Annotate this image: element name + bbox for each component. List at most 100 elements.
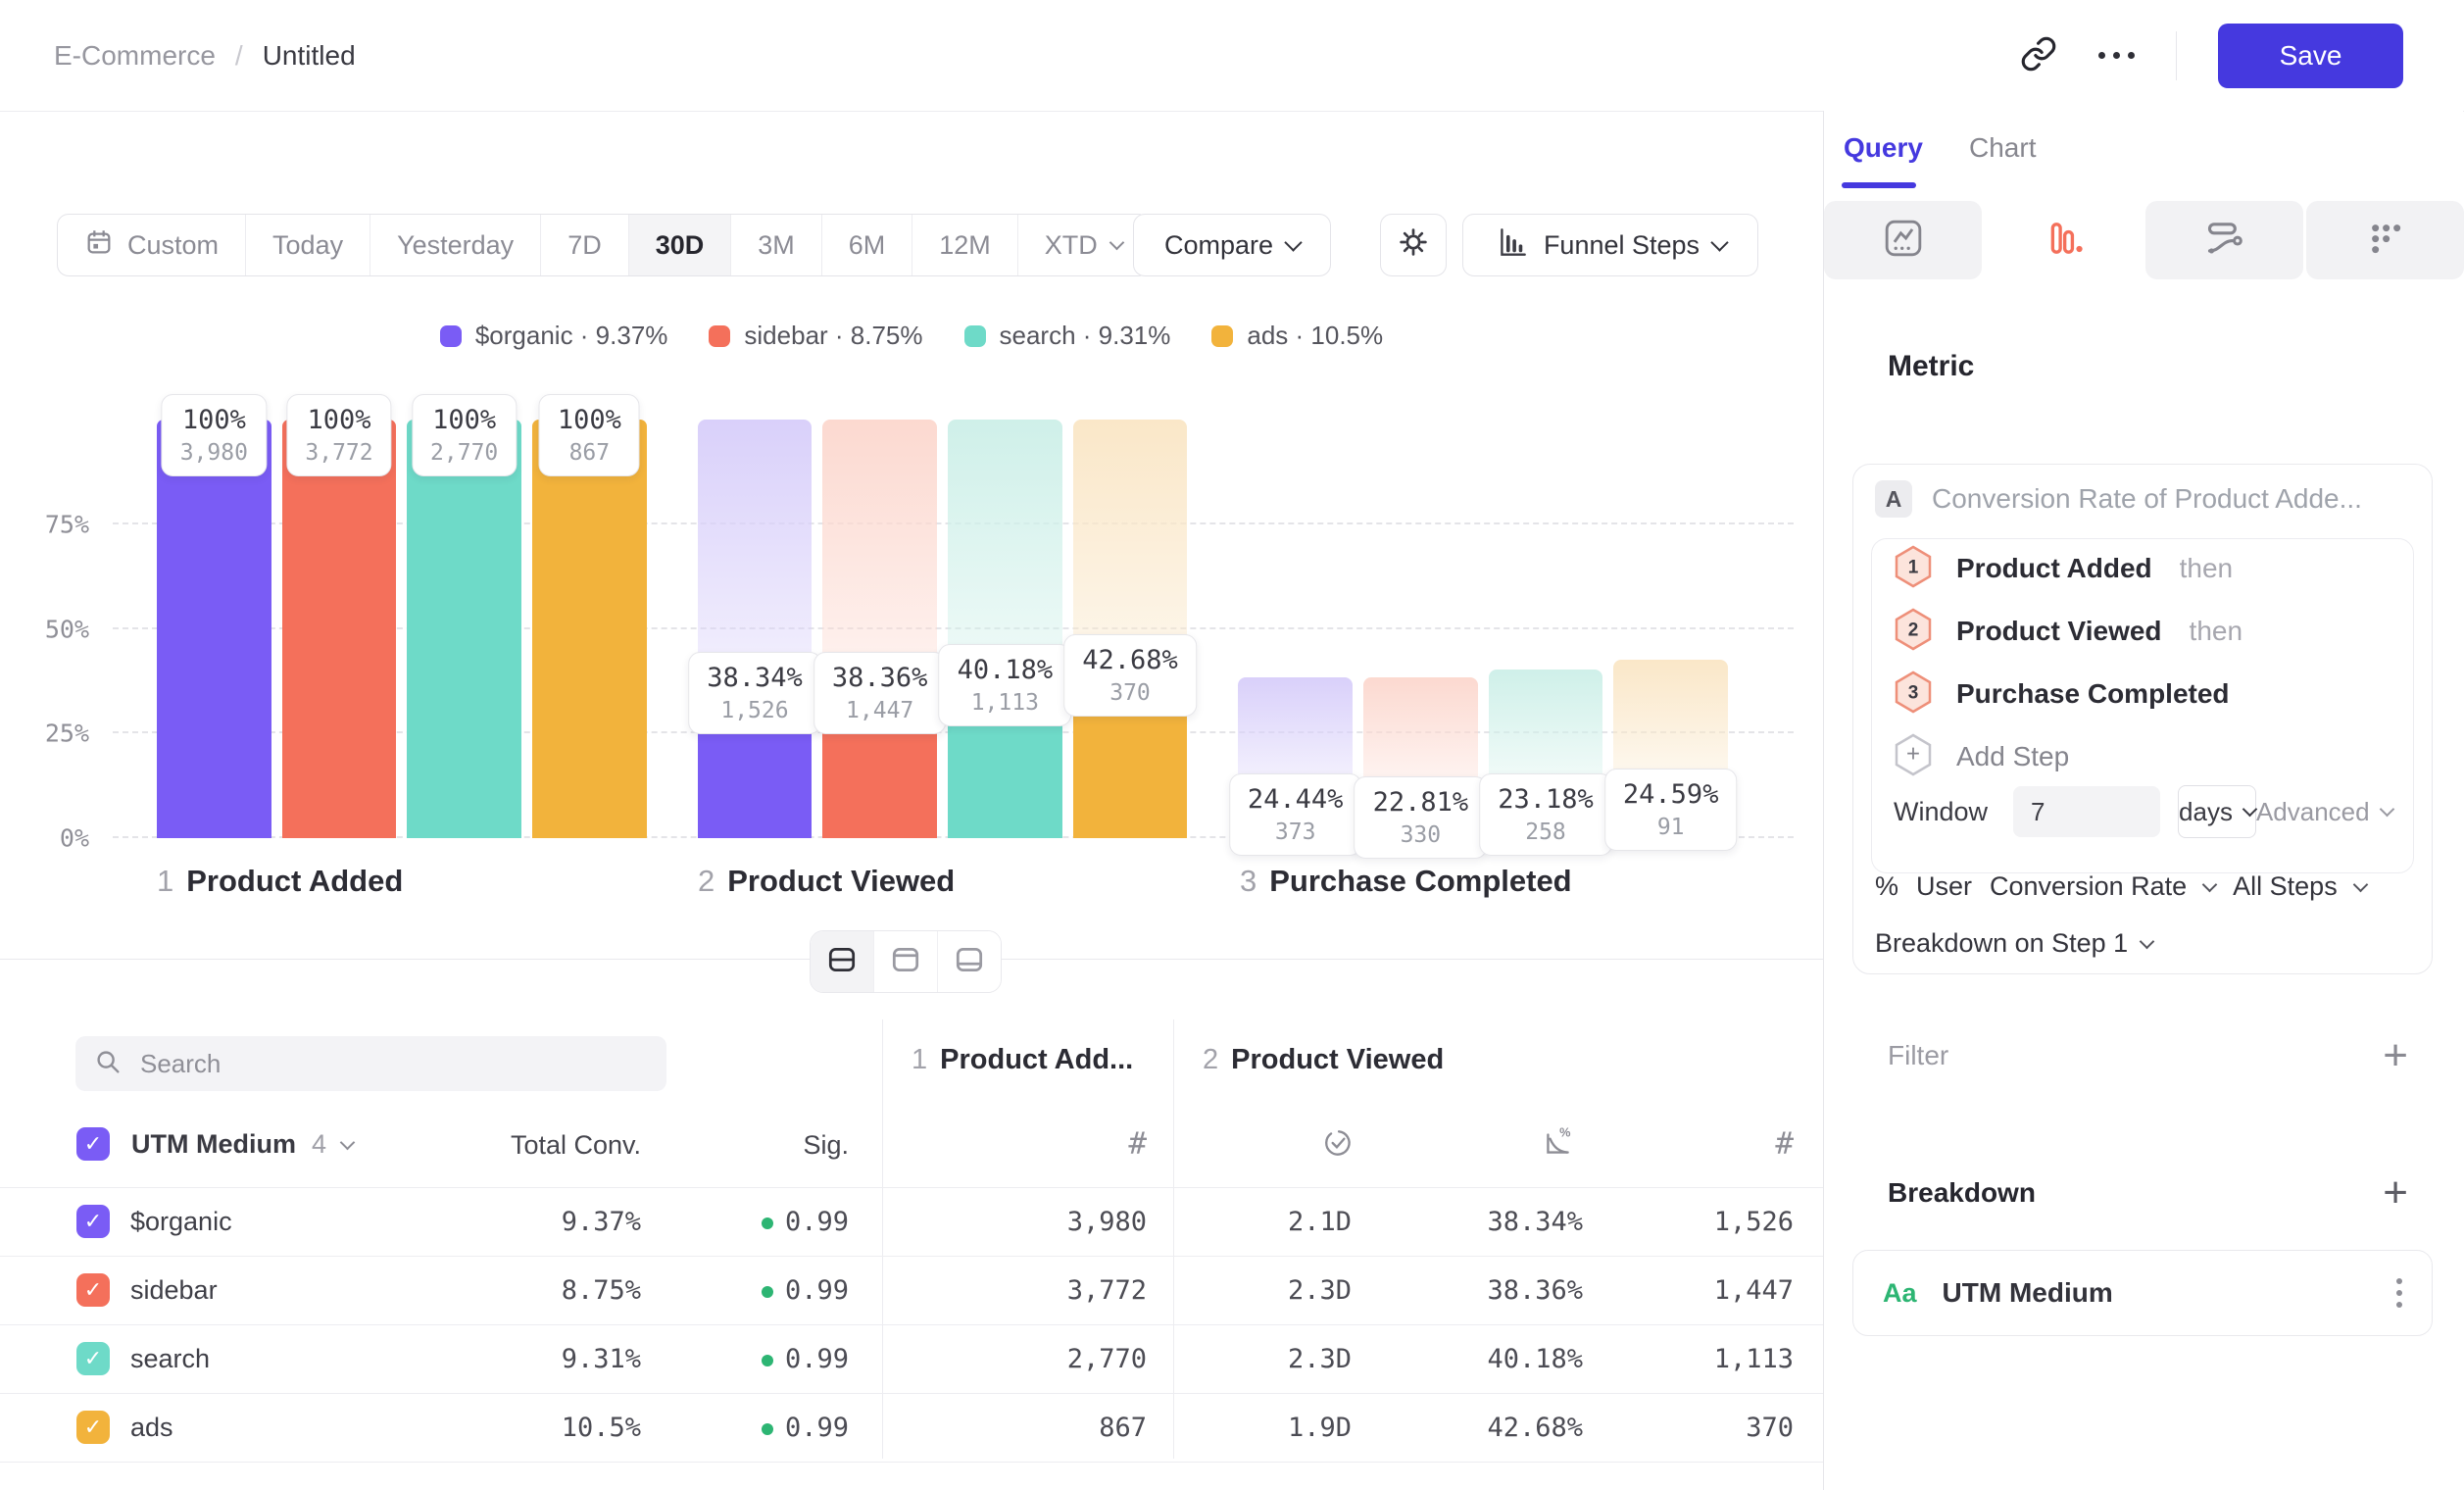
range-custom[interactable]: Custom <box>58 215 245 275</box>
step-number: 1 <box>157 864 173 899</box>
range-xtd[interactable]: XTD <box>1017 215 1149 275</box>
range-3m[interactable]: 3M <box>730 215 821 275</box>
metric-letter-badge: A <box>1875 480 1912 518</box>
metric-step-3[interactable]: 3Purchase Completed <box>1894 672 2230 716</box>
bar-value-badge: 23.18%258 <box>1479 773 1612 856</box>
funnel-bar-search: 100%2,770 <box>407 420 521 838</box>
funnel-bar-solid[interactable] <box>407 420 521 838</box>
string-property-icon: Aa <box>1883 1278 1917 1309</box>
cell-value: 1,447 <box>1714 1275 1794 1306</box>
bar-pct-label: 38.34% <box>707 661 803 696</box>
bar-pct-label: 24.59% <box>1623 777 1719 813</box>
row-checkbox[interactable]: ✓ <box>76 1273 110 1307</box>
breakdown-property-card[interactable]: Aa UTM Medium <box>1852 1250 2433 1336</box>
range-12m[interactable]: 12M <box>912 215 1017 275</box>
range-label: 12M <box>939 230 991 261</box>
significance-dot <box>762 1217 773 1229</box>
bar-pct-label: 100% <box>430 403 498 438</box>
link-icon <box>2020 35 2057 75</box>
y-axis-tick-label: 0% <box>60 824 89 853</box>
gear-icon <box>1396 224 1431 267</box>
window-value-input[interactable] <box>2013 786 2160 837</box>
range-6m[interactable]: 6M <box>821 215 912 275</box>
more-options-button[interactable] <box>2098 52 2135 59</box>
chevron-down-icon <box>1710 233 1728 251</box>
breakdown-on-step-selector[interactable]: Breakdown on Step 1 <box>1875 928 2152 959</box>
layout-top-icon <box>889 943 922 981</box>
breakdown-column-header[interactable]: ✓ UTM Medium 4 <box>76 1127 353 1161</box>
bar-pct-label: 38.36% <box>832 661 928 696</box>
funnel-bar-solid[interactable] <box>532 420 647 838</box>
metric-heading: Metric <box>1888 350 1974 383</box>
significance-dot <box>762 1286 773 1298</box>
entity-selector[interactable]: User <box>1916 871 1972 902</box>
range-7d[interactable]: 7D <box>540 215 628 275</box>
steps-scope-selector[interactable]: All Steps <box>2233 871 2338 902</box>
share-link-button[interactable] <box>2020 35 2057 75</box>
breakdown-heading: Breakdown <box>1888 1177 2036 1209</box>
funnel-bar-solid[interactable] <box>157 420 271 838</box>
tab-query[interactable]: Query <box>1844 132 1923 164</box>
breadcrumb-project[interactable]: E-Commerce <box>54 40 216 72</box>
layout-split-button[interactable] <box>811 931 873 992</box>
avg-time-metric-icon[interactable] <box>1321 1126 1355 1165</box>
step-number: 3 <box>1240 864 1257 899</box>
legend-item[interactable]: $organic · 9.37% <box>440 321 668 351</box>
chart-type-dots-grid[interactable] <box>2306 201 2464 279</box>
legend-item[interactable]: sidebar · 8.75% <box>709 321 922 351</box>
bar-count-label: 3,980 <box>180 438 248 468</box>
bar-pct-label: 42.68% <box>1082 643 1178 678</box>
cell-added: 867 <box>1099 1413 1147 1443</box>
legend-swatch <box>709 325 730 347</box>
breadcrumb-separator: / <box>235 40 243 72</box>
chevron-down-icon <box>1109 234 1125 250</box>
add-step-button[interactable]: + Add Step <box>1894 735 2069 778</box>
range-yesterday[interactable]: Yesterday <box>370 215 540 275</box>
legend-item[interactable]: ads · 10.5% <box>1211 321 1383 351</box>
funnel-bar-ads: 100%867 <box>532 420 647 838</box>
cell-value: 40.18% <box>1487 1344 1583 1374</box>
cell-value: 2.1D <box>1288 1207 1352 1237</box>
funnel-bar-solid[interactable] <box>282 420 397 838</box>
chart-settings-button[interactable] <box>1380 214 1447 276</box>
metric-type-selector[interactable]: Conversion Rate <box>1990 871 2187 902</box>
row-checkbox[interactable]: ✓ <box>76 1205 110 1238</box>
chart-type-flow[interactable] <box>2145 201 2303 279</box>
conversion-metric-icon[interactable]: % <box>1541 1126 1574 1165</box>
chart-type-line-chart[interactable] <box>1824 201 1982 279</box>
chart-type-dropdown[interactable]: Funnel Steps <box>1462 214 1758 276</box>
legend-item[interactable]: search · 9.31% <box>964 321 1171 351</box>
row-checkbox[interactable]: ✓ <box>76 1342 110 1375</box>
compare-button[interactable]: Compare <box>1133 214 1331 276</box>
save-button[interactable]: Save <box>2218 24 2403 88</box>
tab-chart[interactable]: Chart <box>1969 132 2036 164</box>
count-metric-icon[interactable]: # <box>1775 1126 1794 1162</box>
window-unit-dropdown[interactable]: days <box>2178 785 2256 838</box>
breadcrumb-title[interactable]: Untitled <box>263 40 356 72</box>
count-metric-icon[interactable]: # <box>1128 1126 1147 1162</box>
range-today[interactable]: Today <box>245 215 370 275</box>
search-input[interactable] <box>138 1048 649 1080</box>
metric-step-2[interactable]: 2Product Viewedthen <box>1894 610 2242 653</box>
svg-text:1: 1 <box>1908 557 1919 577</box>
percent-symbol[interactable]: % <box>1875 871 1898 902</box>
add-breakdown-button[interactable]: + <box>2383 1178 2408 1208</box>
breakdown-section: Breakdown + <box>1888 1177 2408 1209</box>
row-checkbox[interactable]: ✓ <box>76 1411 110 1444</box>
sig-column-header[interactable]: Sig. <box>803 1130 849 1161</box>
filter-section: Filter + <box>1888 1040 2408 1071</box>
cell-added: 2,770 <box>1067 1344 1147 1374</box>
total-conv-column-header[interactable]: Total Conv. <box>511 1130 641 1161</box>
chevron-down-icon <box>2379 801 2394 817</box>
metric-step-1[interactable]: 1Product Addedthen <box>1894 547 2233 590</box>
advanced-dropdown[interactable]: Advanced <box>2256 797 2392 827</box>
chevron-down-icon <box>2352 877 2368 893</box>
layout-chart-only-button[interactable] <box>873 931 937 992</box>
range-30d[interactable]: 30D <box>628 215 731 275</box>
layout-table-only-button[interactable] <box>937 931 1001 992</box>
kebab-menu-icon[interactable] <box>2396 1278 2402 1308</box>
chart-type-funnel-steps[interactable] <box>1985 201 2143 279</box>
metric-title-row[interactable]: A Conversion Rate of Product Adde... <box>1875 480 2362 518</box>
add-filter-button[interactable]: + <box>2383 1041 2408 1070</box>
breakdown-select-all-checkbox[interactable]: ✓ <box>76 1127 110 1161</box>
